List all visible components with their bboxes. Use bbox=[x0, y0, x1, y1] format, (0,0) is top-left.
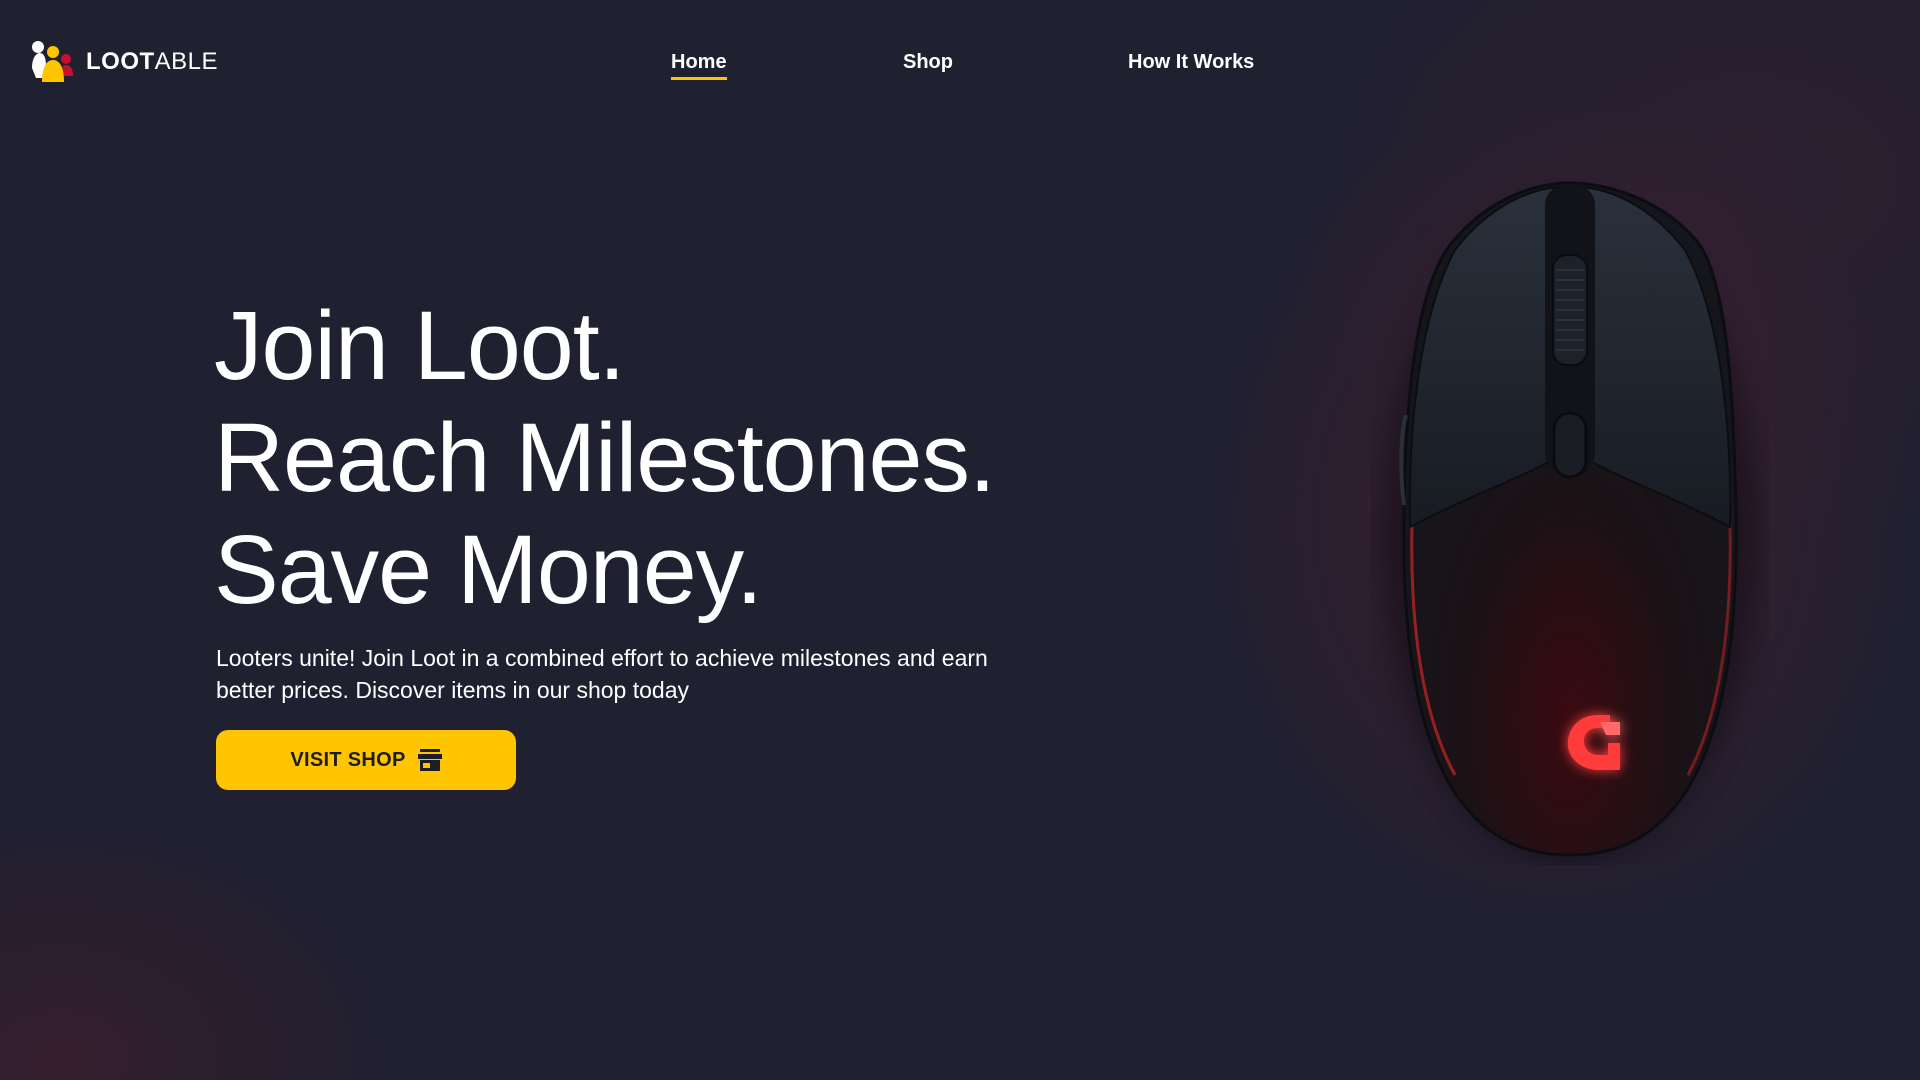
nav-home[interactable]: Home bbox=[671, 50, 727, 80]
hero-description: Looters unite! Join Loot in a combined e… bbox=[216, 645, 988, 703]
brand-logo[interactable]: LOOTABLE bbox=[30, 38, 218, 86]
gaming-mouse-illustration bbox=[1380, 181, 1760, 865]
brand-name-light: ABLE bbox=[154, 48, 219, 75]
people-group-icon bbox=[32, 41, 73, 82]
product-image-gaming-mouse bbox=[1370, 175, 1770, 865]
brand-wordmark: LOOTABLE bbox=[86, 50, 218, 74]
hero-title: Join Loot. Reach Milestones. Save Money. bbox=[214, 290, 996, 626]
site-header: LOOTABLE Home Shop How It Works bbox=[0, 0, 1920, 128]
visit-shop-label: VISIT SHOP bbox=[290, 748, 406, 771]
brand-name-bold: LOOT bbox=[86, 48, 155, 75]
hero-title-line: Reach Milestones. bbox=[214, 403, 996, 512]
nav-shop[interactable]: Shop bbox=[903, 50, 953, 74]
storefront-icon bbox=[417, 749, 442, 771]
nav-how-it-works[interactable]: How It Works bbox=[1128, 50, 1254, 74]
hero-title-line: Join Loot. bbox=[214, 291, 626, 400]
visit-shop-button[interactable]: VISIT SHOP bbox=[216, 730, 516, 790]
hero-title-line: Save Money. bbox=[214, 515, 763, 624]
